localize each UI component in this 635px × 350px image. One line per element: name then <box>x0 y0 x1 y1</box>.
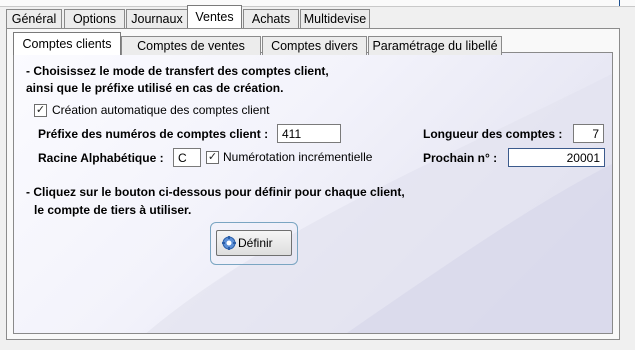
tab-multidevise[interactable]: Multidevise <box>300 9 370 28</box>
root-label: Racine Alphabétique : <box>38 151 164 165</box>
prefix-input[interactable] <box>277 124 341 143</box>
tab-parametrage-libelle[interactable]: Paramétrage du libellé <box>368 36 502 55</box>
next-number-label: Prochain n° : <box>423 151 498 165</box>
tab-options[interactable]: Options <box>64 9 125 28</box>
root-input[interactable] <box>173 148 201 167</box>
gear-icon <box>222 236 236 250</box>
tab-comptes-clients[interactable]: Comptes clients <box>13 32 121 55</box>
tab-ventes[interactable]: Ventes <box>187 5 242 28</box>
next-number-input[interactable] <box>508 148 605 167</box>
define-button-frame: Définir <box>210 222 298 265</box>
length-input[interactable] <box>573 124 604 143</box>
define-button-label: Définir <box>238 236 273 250</box>
tab-journaux[interactable]: Journaux <box>126 9 188 28</box>
window-right-border <box>619 0 620 6</box>
window-top-edge <box>0 0 635 7</box>
auto-creation-label: Création automatique des comptes client <box>52 103 270 117</box>
tab-comptes-de-ventes[interactable]: Comptes de ventes <box>121 36 261 55</box>
instruction-line-1: - Choisissez le mode de transfert des co… <box>26 64 329 78</box>
instruction-line-3: - Cliquez sur le bouton ci-dessous pour … <box>26 185 405 199</box>
prefix-label: Préfixe des numéros de comptes client : <box>38 127 269 141</box>
define-button[interactable]: Définir <box>216 230 292 256</box>
instruction-line-4: le compte de tiers à utiliser. <box>34 203 192 217</box>
incremental-label: Numérotation incrémentielle <box>223 150 373 164</box>
length-label: Longueur des comptes : <box>423 127 563 141</box>
incremental-checkbox[interactable]: ✓ <box>206 151 219 164</box>
tab-comptes-divers[interactable]: Comptes divers <box>262 36 367 55</box>
tab-general[interactable]: Général <box>6 9 62 28</box>
auto-creation-checkbox[interactable]: ✓ <box>34 104 47 117</box>
instruction-line-2: ainsi que le préfixe utilisé en cas de c… <box>26 81 284 95</box>
tab-achats[interactable]: Achats <box>243 9 299 28</box>
